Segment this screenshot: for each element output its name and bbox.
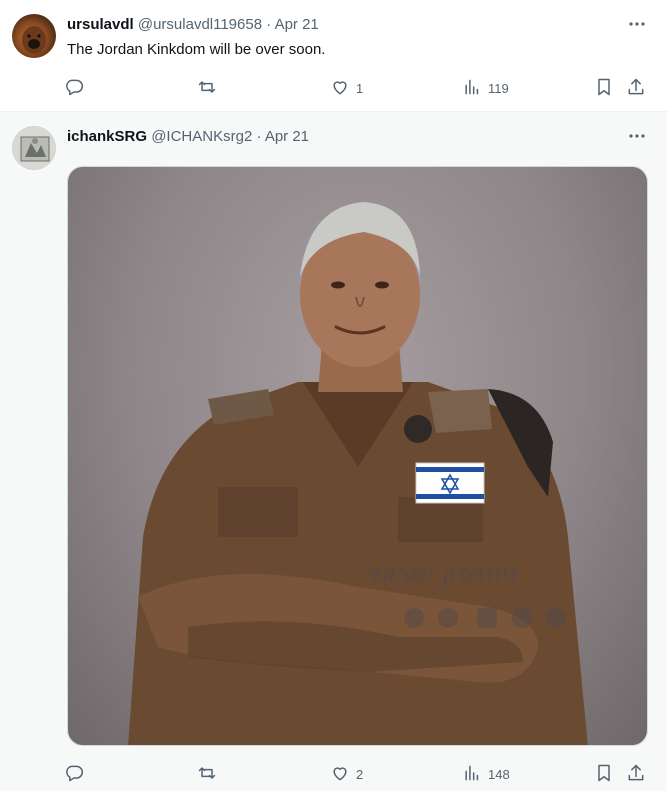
flag-patch <box>415 462 485 504</box>
tweet[interactable]: ichankSRG @ICHANKsrg2 · Apr 21 ניוזדסק י… <box>0 112 667 791</box>
retweet-icon <box>197 77 217 100</box>
avatar[interactable] <box>12 14 56 58</box>
like-count: 1 <box>356 80 364 96</box>
reply-icon <box>64 77 84 100</box>
display-name[interactable]: ursulavdl <box>67 16 134 33</box>
share-button[interactable] <box>626 762 646 786</box>
reply-button[interactable] <box>64 762 90 786</box>
more-icon[interactable] <box>627 126 647 150</box>
tweet-header: ursulavdl @ursulavdl119658 · Apr 21 <box>67 15 319 35</box>
watermark-text: ניוזדסק ישראל <box>368 562 519 587</box>
views-count: 119 <box>488 80 509 96</box>
tweet-date[interactable]: Apr 21 <box>275 16 319 33</box>
more-icon[interactable] <box>627 14 647 38</box>
retweet-icon <box>197 763 217 786</box>
like-count: 2 <box>356 766 364 782</box>
like-icon <box>330 77 350 100</box>
separator-dot: · <box>256 128 262 145</box>
bookmark-icon <box>594 763 614 786</box>
bookmark-icon <box>594 77 614 100</box>
tweet-actions: 2 148 <box>64 762 651 786</box>
like-icon <box>330 763 350 786</box>
views-icon <box>462 763 482 786</box>
tweet-header: ichankSRG @ICHANKsrg2 · Apr 21 <box>67 127 309 147</box>
reply-icon <box>64 763 84 786</box>
views-count: 148 <box>488 766 510 782</box>
tweet-date[interactable]: Apr 21 <box>265 128 309 145</box>
like-button[interactable]: 2 <box>330 762 363 786</box>
avatar[interactable] <box>12 126 56 170</box>
tweet-media-image[interactable]: ניוזדסק ישראל <box>67 166 648 746</box>
views-button[interactable]: 119 <box>462 76 509 100</box>
tweet-text: The Jordan Kinkdom will be over soon. <box>67 41 326 58</box>
soldier-portrait <box>128 202 588 745</box>
tweet-actions: 1 119 <box>64 76 651 100</box>
like-button[interactable]: 1 <box>330 76 363 100</box>
separator-dot: · <box>266 16 272 33</box>
tweet[interactable]: ursulavdl @ursulavdl119658 · Apr 21 The … <box>0 0 667 112</box>
user-handle[interactable]: @ICHANKsrg2 <box>151 128 252 145</box>
share-icon <box>626 763 646 786</box>
views-icon <box>462 77 482 100</box>
bookmark-button[interactable] <box>594 762 614 786</box>
share-icon <box>626 77 646 100</box>
reply-button[interactable] <box>64 76 90 100</box>
user-handle[interactable]: @ursulavdl119658 <box>138 16 262 33</box>
bookmark-button[interactable] <box>594 76 614 100</box>
retweet-button[interactable] <box>197 76 223 100</box>
retweet-button[interactable] <box>197 762 223 786</box>
share-button[interactable] <box>626 76 646 100</box>
display-name[interactable]: ichankSRG <box>67 128 147 145</box>
views-button[interactable]: 148 <box>462 762 510 786</box>
